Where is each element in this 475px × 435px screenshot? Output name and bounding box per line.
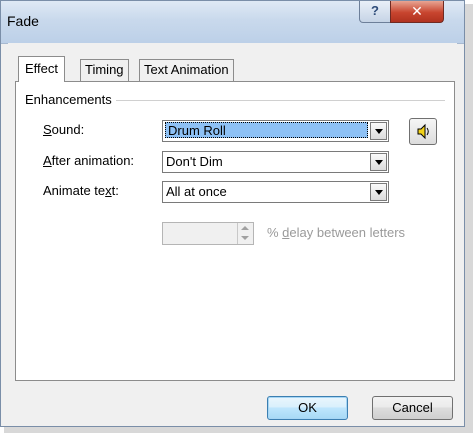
tab-label: Text Animation <box>144 62 229 77</box>
spin-down-icon[interactable] <box>241 236 249 240</box>
help-button[interactable]: ? <box>359 1 391 23</box>
animate-text-value: All at once <box>166 184 227 199</box>
enhancements-group-label: Enhancements <box>25 92 116 107</box>
chevron-down-icon[interactable] <box>370 153 387 171</box>
dialog-body: Effect Timing Text Animation Enhancement… <box>8 43 457 421</box>
sound-dropdown[interactable]: Drum Roll <box>162 120 389 142</box>
after-animation-value: Don't Dim <box>166 154 223 169</box>
chevron-down-icon[interactable] <box>370 183 387 201</box>
tab-timing[interactable]: Timing <box>80 59 129 81</box>
sound-preview-button[interactable] <box>409 118 437 145</box>
tab-effect[interactable]: Effect <box>18 56 66 82</box>
close-icon: ✕ <box>411 3 423 19</box>
animate-text-dropdown[interactable]: All at once <box>162 181 389 203</box>
fade-dialog: Fade ? ✕ Effect Timing Text Animation En… <box>0 0 465 427</box>
tab-text-animation[interactable]: Text Animation <box>139 59 234 81</box>
tab-label: Effect <box>25 61 59 76</box>
help-icon: ? <box>371 3 379 18</box>
after-animation-label: After animation: <box>43 153 135 168</box>
spinner-buttons[interactable] <box>237 223 253 244</box>
close-button[interactable]: ✕ <box>390 1 444 23</box>
cancel-button[interactable]: Cancel <box>372 396 453 420</box>
after-animation-dropdown[interactable]: Don't Dim <box>162 151 389 173</box>
tab-label: Timing <box>85 62 124 77</box>
ok-button[interactable]: OK <box>267 396 348 420</box>
animate-text-label: Animate text: <box>43 183 119 198</box>
effect-panel: Enhancements Sound: Drum Roll After anim… <box>15 81 455 381</box>
chevron-down-icon[interactable] <box>370 122 387 140</box>
window-title: Fade <box>7 13 39 29</box>
delay-spinner[interactable] <box>162 222 254 245</box>
sound-value: Drum Roll <box>165 122 368 138</box>
speaker-icon <box>417 123 429 140</box>
sound-label: Sound: <box>43 122 85 137</box>
spin-up-icon[interactable] <box>241 226 249 230</box>
title-bar[interactable]: Fade ? ✕ <box>1 1 464 44</box>
delay-between-letters-label: % delay between letters <box>267 225 406 240</box>
